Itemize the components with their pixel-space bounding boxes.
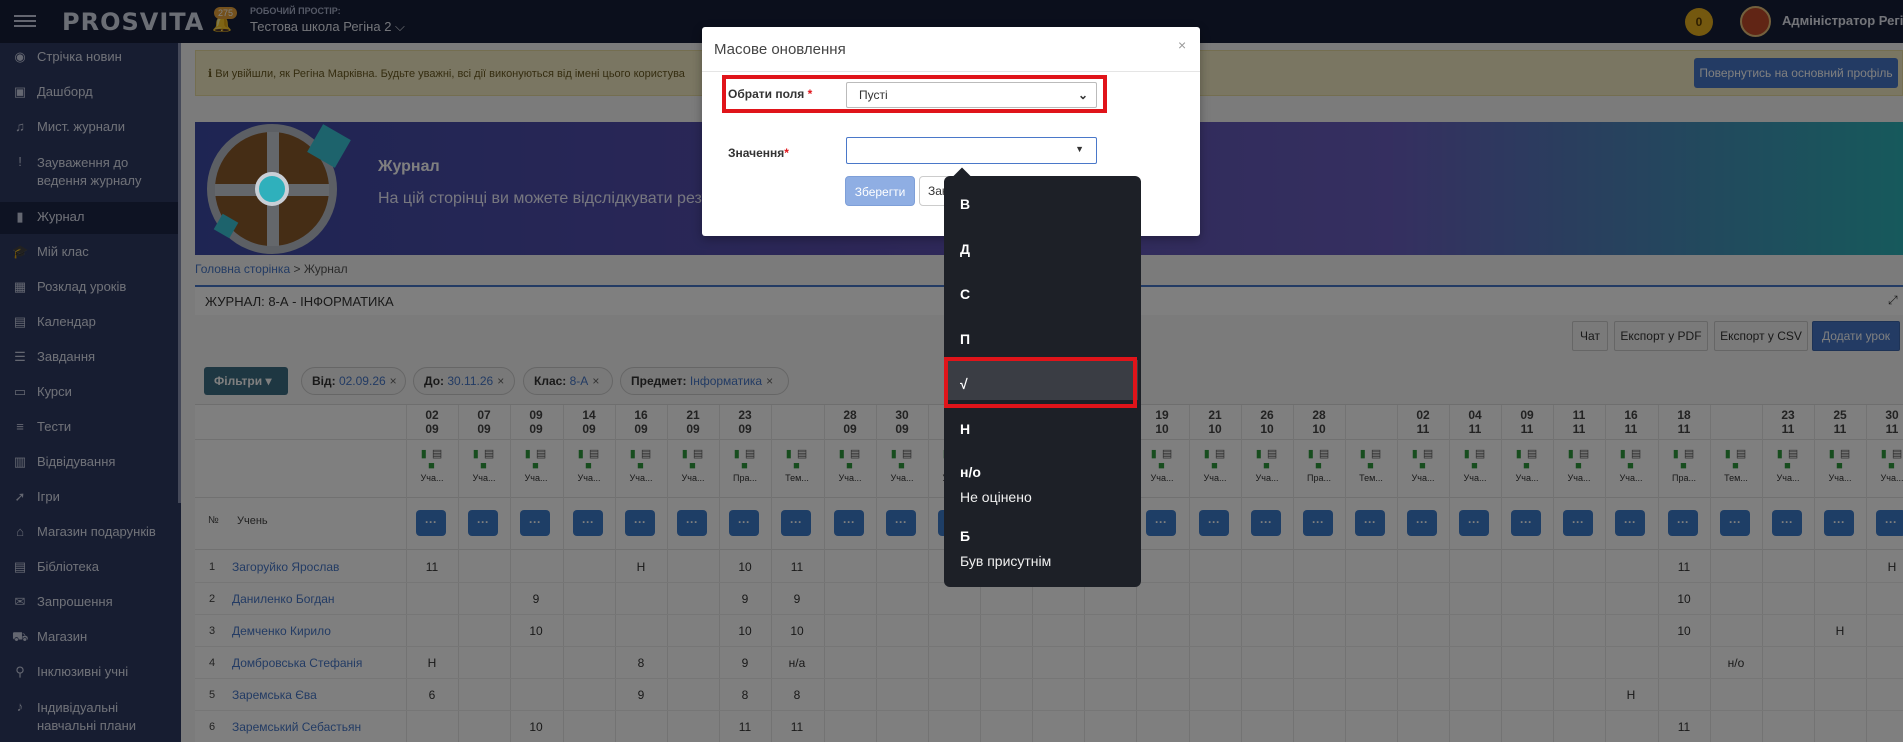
dropdown-option[interactable]: Д xyxy=(960,241,970,257)
divider xyxy=(702,71,1200,72)
highlight-box xyxy=(944,357,1137,408)
dropdown-option[interactable]: С xyxy=(960,286,970,302)
fields-select[interactable]: Пусті ⌄ xyxy=(846,82,1097,108)
field-label: Обрати поля * xyxy=(728,87,812,101)
dropdown-option[interactable]: н/о xyxy=(960,464,981,480)
dropdown-option[interactable]: Н xyxy=(960,421,970,437)
save-button[interactable]: Зберегти xyxy=(845,176,915,206)
fields-select-value: Пусті xyxy=(859,88,888,102)
dropdown-option-description[interactable]: Не оцінено xyxy=(960,489,1032,505)
required-mark: * xyxy=(807,87,813,101)
caret-down-icon: ▼ xyxy=(1075,144,1084,154)
modal-title: Масове оновлення xyxy=(714,41,846,58)
dropdown-option[interactable]: Б xyxy=(960,528,970,544)
dropdown-option-description[interactable]: Був присутнім xyxy=(960,553,1051,569)
value-select[interactable]: ▼ xyxy=(846,137,1097,164)
close-icon[interactable]: × xyxy=(1178,37,1186,53)
value-label: Значення* xyxy=(728,146,789,160)
value-label-text: Значення xyxy=(728,146,785,160)
dropdown-option[interactable]: В xyxy=(960,196,970,212)
chevron-down-icon: ⌄ xyxy=(1077,88,1088,102)
field-label-text: Обрати поля xyxy=(728,87,805,101)
required-mark: * xyxy=(784,146,789,160)
dropdown-option[interactable]: П xyxy=(960,331,970,347)
